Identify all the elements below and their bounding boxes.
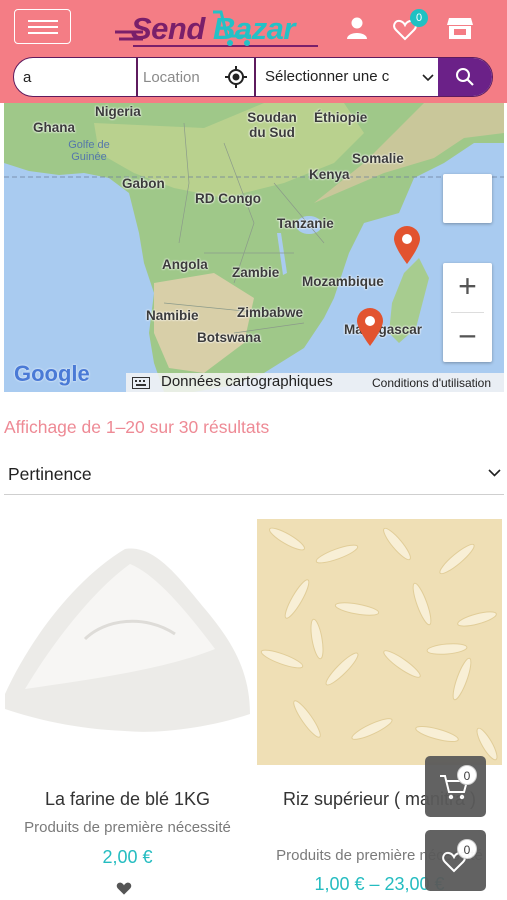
account-button[interactable] xyxy=(344,15,370,41)
map-marker-icon[interactable] xyxy=(355,307,385,347)
search-input[interactable] xyxy=(14,58,136,96)
user-icon xyxy=(347,17,367,39)
crosshair-icon xyxy=(225,66,247,88)
category-select[interactable]: Sélectionner une c xyxy=(256,58,440,96)
map-label: Somalie xyxy=(352,151,404,166)
google-logo: Google xyxy=(14,361,90,386)
search-icon xyxy=(456,68,474,86)
map[interactable]: Nigeria Ghana Golfe de Guinée Soudan du … xyxy=(4,103,504,392)
map-label: Nigeria xyxy=(95,104,141,119)
logo-bazar-text: Bazar xyxy=(213,11,295,46)
product-category[interactable]: Produits de première nécessité xyxy=(5,819,250,836)
logo-send-text: Send xyxy=(131,11,205,46)
site-logo[interactable]: Send Bazar xyxy=(113,6,323,50)
menu-line-icon xyxy=(28,26,58,28)
map-label: Ghana xyxy=(33,120,76,135)
zoom-in-button[interactable]: + xyxy=(443,263,492,312)
map-label: Tanzanie xyxy=(277,216,334,231)
floating-cart-button[interactable]: 0 xyxy=(425,756,486,817)
wishlist-button[interactable]: 0 xyxy=(392,9,428,44)
sort-select-value: Pertinence xyxy=(8,464,92,484)
category-select-value: Sélectionner une c xyxy=(265,68,390,85)
search-button[interactable] xyxy=(438,58,492,96)
hamburger-menu-button[interactable] xyxy=(14,9,71,44)
map-marker-icon[interactable] xyxy=(392,225,422,265)
zoom-controls: + − xyxy=(443,263,492,362)
flour-image xyxy=(5,519,250,765)
cart-count-badge: 0 xyxy=(457,765,477,785)
map-label: Kenya xyxy=(309,167,350,182)
product-image[interactable] xyxy=(257,519,502,765)
map-label: Soudan du Sud xyxy=(247,110,297,140)
chevron-down-icon xyxy=(488,469,501,477)
floating-wishlist-button[interactable]: 0 xyxy=(425,830,486,891)
store-icon xyxy=(447,18,473,39)
zoom-out-button[interactable]: − xyxy=(443,313,492,362)
map-water-label: Golfe de Guinée xyxy=(68,139,110,163)
map-label: Éthiopie xyxy=(314,110,368,125)
keyboard-icon[interactable] xyxy=(132,377,150,389)
map-data-link[interactable]: Données cartographiques xyxy=(161,373,333,390)
map-label: Namibie xyxy=(146,308,199,323)
wishlist-count-badge: 0 xyxy=(410,9,428,27)
search-bar: Sélectionner une c xyxy=(13,57,493,97)
product-price: 2,00 € xyxy=(102,847,153,867)
map-label: Zambie xyxy=(232,265,280,280)
map-terms-link[interactable]: Conditions d'utilisation xyxy=(372,376,491,390)
fullscreen-button[interactable] xyxy=(443,174,492,223)
results-count: Affichage de 1–20 sur 30 résultats xyxy=(4,417,270,437)
map-label: Gabon xyxy=(122,176,165,191)
rice-image xyxy=(257,519,502,765)
map-label: Angola xyxy=(162,257,208,272)
chevron-down-icon xyxy=(422,74,434,82)
product-image[interactable] xyxy=(5,519,250,765)
geolocate-button[interactable] xyxy=(225,66,247,88)
menu-line-icon xyxy=(28,20,58,22)
map-label: Zimbabwe xyxy=(237,305,304,320)
wishlist-count-badge: 0 xyxy=(457,839,477,859)
header: Send Bazar 0 a Location Sélectionner une… xyxy=(0,0,507,103)
map-footer: Données cartographiques Conditions d'uti… xyxy=(126,373,504,392)
shop-button[interactable] xyxy=(446,14,474,42)
product-name[interactable]: La farine de blé 1KG xyxy=(5,786,250,813)
sort-select[interactable]: Pertinence xyxy=(4,455,504,495)
heart-icon[interactable] xyxy=(115,880,133,896)
map-label: RD Congo xyxy=(195,191,261,206)
map-label: Botswana xyxy=(197,330,261,345)
location-input[interactable] xyxy=(138,58,228,96)
map-label: Mozambique xyxy=(302,274,384,289)
menu-line-icon xyxy=(28,32,58,34)
